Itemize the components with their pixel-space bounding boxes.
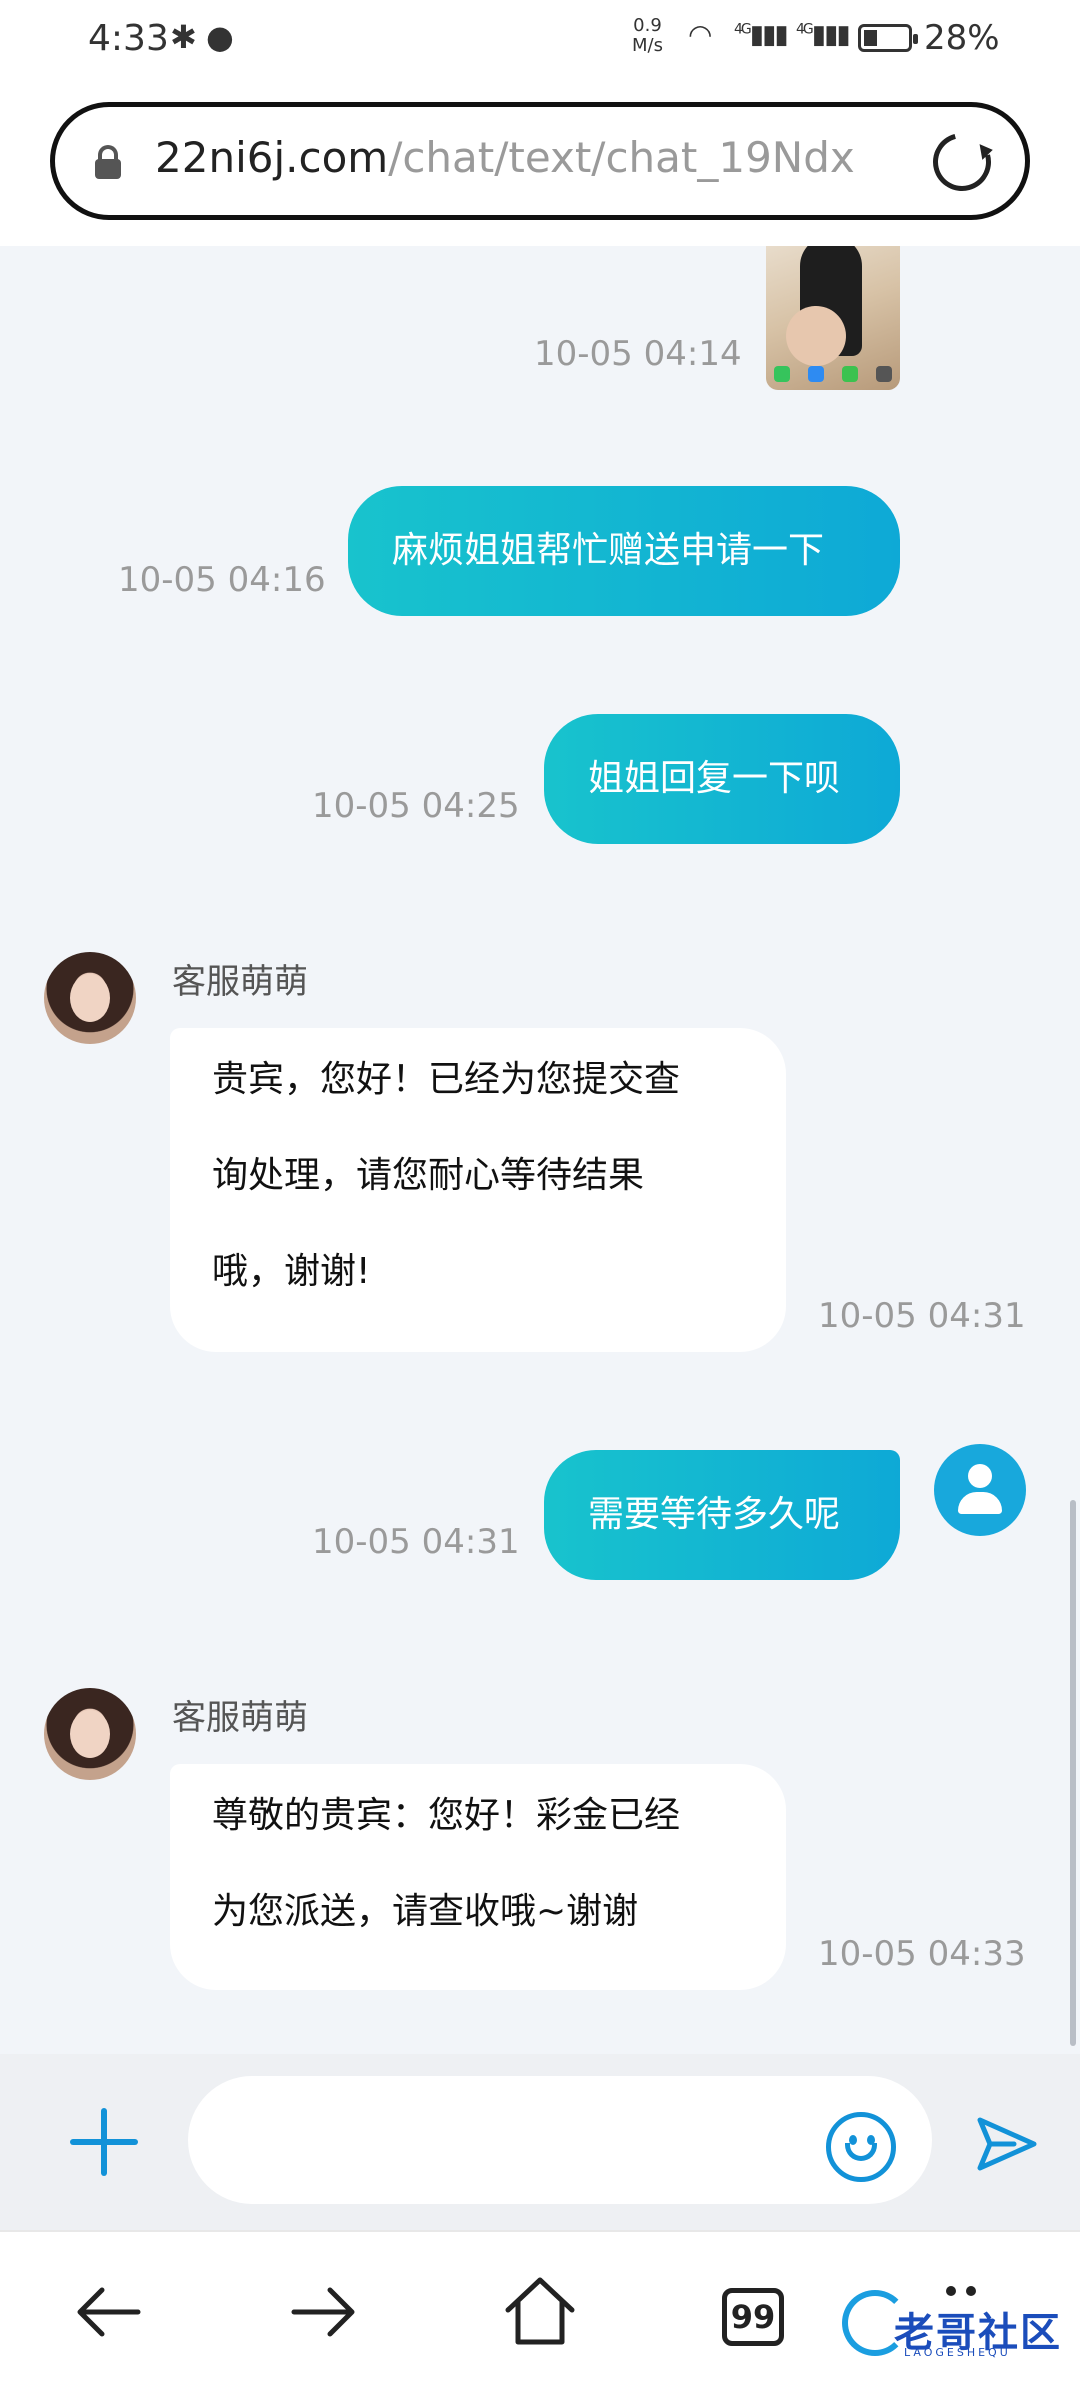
message-input[interactable] <box>188 2076 932 2204</box>
image-message-thumbnail[interactable] <box>766 246 900 390</box>
incoming-message-bubble[interactable]: 尊敬的贵宾：您好！彩金已经 为您派送，请查收哦~谢谢 <box>170 1764 786 1990</box>
browser-toolbar: 22ni6j.com/chat/text/chat_19Ndx <box>0 80 1080 246</box>
chat-message-list[interactable]: 10-05 04:14 10-05 04:16 麻烦姐姐帮忙赠送申请一下 10-… <box>0 246 1080 2054</box>
watermark-subtext: LAOGESHEQU <box>904 2346 1011 2359</box>
back-icon[interactable] <box>58 2262 158 2362</box>
url-path: /chat/text/chat_19Ndx <box>388 133 855 182</box>
add-attachment-icon[interactable] <box>68 2106 140 2178</box>
agent-avatar[interactable] <box>44 1688 136 1780</box>
location-icon: ● <box>206 18 234 56</box>
scrollbar[interactable] <box>1070 1500 1076 2046</box>
message-time: 10-05 04:31 <box>818 1296 1026 1336</box>
message-line: 为您派送，请查收哦~谢谢 <box>212 1891 639 1932</box>
network-speed: 0.9 M/s <box>632 15 663 56</box>
reload-icon[interactable] <box>922 122 1002 202</box>
agent-avatar[interactable] <box>44 952 136 1044</box>
message-time: 10-05 04:25 <box>312 786 520 826</box>
lock-icon[interactable] <box>95 145 121 179</box>
incoming-message-bubble[interactable]: 贵宾，您好！已经为您提交查 询处理，请您耐心等待结果 哦，谢谢! <box>170 1028 786 1352</box>
battery-percent: 28% <box>924 18 1000 58</box>
message-line: 询处理，请您耐心等待结果 <box>212 1155 645 1196</box>
address-bar[interactable]: 22ni6j.com/chat/text/chat_19Ndx <box>50 102 1030 220</box>
message-time: 10-05 04:33 <box>818 1934 1026 1974</box>
url-domain: 22ni6j.com <box>155 133 389 182</box>
cell-signal-icon-2: 4G▮▮▮ <box>796 20 851 50</box>
outgoing-message-bubble[interactable]: 需要等待多久呢 <box>544 1450 900 1580</box>
user-avatar-icon[interactable] <box>934 1444 1026 1536</box>
sender-name: 客服萌萌 <box>172 962 308 1002</box>
message-time: 10-05 04:16 <box>118 560 326 600</box>
message-time: 10-05 04:31 <box>312 1522 520 1562</box>
sender-name: 客服萌萌 <box>172 1698 308 1738</box>
outgoing-message-bubble[interactable]: 姐姐回复一下呗 <box>544 714 900 844</box>
status-bar: 4:33 ✱ ● 0.9 M/s ◠ 4G▮▮▮ 4G▮▮▮ 28% <box>0 0 1080 80</box>
message-time: 10-05 04:14 <box>534 334 742 374</box>
forward-icon[interactable] <box>274 2262 374 2362</box>
emoji-icon[interactable] <box>826 2112 896 2182</box>
cell-signal-icon-1: 4G▮▮▮ <box>734 20 789 50</box>
tabs-count-button[interactable]: 99 <box>722 2288 784 2346</box>
status-time: 4:33 <box>88 18 169 59</box>
message-line: 尊敬的贵宾：您好！彩金已经 <box>212 1795 681 1836</box>
message-input-bar <box>0 2054 1080 2230</box>
send-icon[interactable] <box>974 2114 1040 2174</box>
battery-icon <box>858 24 918 52</box>
message-line: 贵宾，您好！已经为您提交查 <box>212 1059 681 1100</box>
wifi-icon: ◠ <box>688 18 713 51</box>
url-text[interactable]: 22ni6j.com/chat/text/chat_19Ndx <box>155 133 855 182</box>
bluetooth-icon: ✱ <box>170 18 197 56</box>
outgoing-message-bubble[interactable]: 麻烦姐姐帮忙赠送申请一下 <box>348 486 900 616</box>
watermark-logo: 老哥社区 LAOGESHEQU <box>842 2290 1062 2360</box>
message-line: 哦，谢谢! <box>212 1251 371 1292</box>
browser-bottom-nav: 99 老哥社区 LAOGESHEQU <box>0 2230 1080 2400</box>
home-icon[interactable] <box>490 2262 590 2362</box>
